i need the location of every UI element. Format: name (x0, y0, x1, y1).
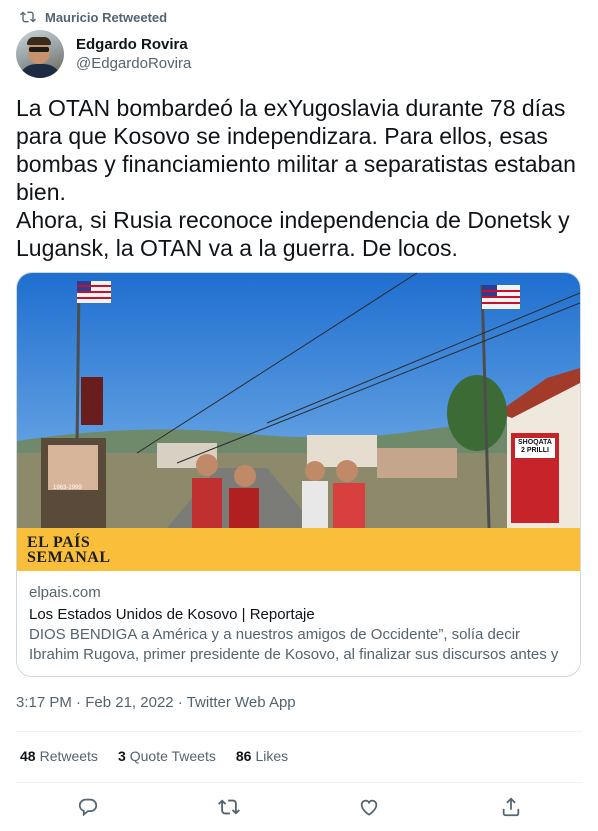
quote-tweets-count: 3 (117, 748, 126, 764)
meta-separator: · (177, 694, 183, 711)
avatar[interactable] (16, 30, 64, 78)
share-icon (502, 797, 520, 817)
tweet-author: Edgardo Rovira @EdgardoRovira (16, 30, 191, 78)
author-handle[interactable]: @EdgardoRovira (76, 54, 191, 73)
retweeter-link[interactable]: Mauricio Retweeted (45, 10, 167, 25)
brand-logo: EL PAÍS SEMANAL (27, 534, 111, 566)
quote-tweets-stat[interactable]: 3 Quote Tweets (118, 748, 216, 764)
tweet-meta: 3:17 PM · Feb 21, 2022 · Twitter Web App (16, 694, 296, 711)
reply-button[interactable] (77, 796, 99, 818)
card-title: Los Estados Unidos de Kosovo | Reportaje (29, 606, 315, 623)
meta-separator: · (76, 694, 82, 711)
tweet-source[interactable]: Twitter Web App (187, 694, 296, 711)
like-icon (360, 799, 378, 816)
reply-icon (78, 798, 98, 817)
retweet-banner: Mauricio Retweeted (18, 8, 167, 26)
retweet-button[interactable] (218, 796, 240, 818)
divider (16, 782, 582, 783)
tweet-stats: 48 Retweets 3 Quote Tweets 86 Likes (20, 748, 308, 764)
retweet-icon (218, 799, 240, 815)
retweets-stat[interactable]: 48 Retweets (20, 748, 98, 764)
retweet-icon (20, 11, 36, 23)
card-domain: elpais.com (29, 584, 101, 601)
card-image[interactable]: 1963-1999 SHOQATA 2 PRILLI EL PAÍS SEMAN… (17, 273, 580, 571)
likes-stat[interactable]: 86 Likes (236, 748, 288, 764)
tweet-text: La OTAN bombardeó la exYugoslavia durant… (16, 95, 576, 261)
card-description: DIOS BENDIGA a América y a nuestros amig… (29, 626, 559, 663)
kosovo-street-photo (17, 273, 580, 571)
divider (16, 731, 582, 732)
action-bar (0, 794, 598, 822)
card-info[interactable]: elpais.com Los Estados Unidos de Kosovo … (29, 583, 574, 665)
poster-left-caption: 1963-1999 (53, 485, 82, 491)
retweets-label: Retweets (39, 748, 98, 764)
like-button[interactable] (358, 796, 380, 818)
author-name[interactable]: Edgardo Rovira (76, 35, 191, 54)
poster-right-caption: SHOQATA 2 PRILLI (518, 439, 552, 454)
retweets-count: 48 (20, 748, 36, 764)
likes-label: Likes (255, 748, 289, 764)
share-button[interactable] (500, 796, 522, 818)
tweet-date[interactable]: Feb 21, 2022 (85, 694, 173, 711)
link-card[interactable]: 1963-1999 SHOQATA 2 PRILLI EL PAÍS SEMAN… (16, 272, 581, 677)
tweet-time[interactable]: 3:17 PM (16, 694, 72, 711)
quote-tweets-label: Quote Tweets (129, 748, 216, 764)
likes-count: 86 (235, 748, 252, 764)
